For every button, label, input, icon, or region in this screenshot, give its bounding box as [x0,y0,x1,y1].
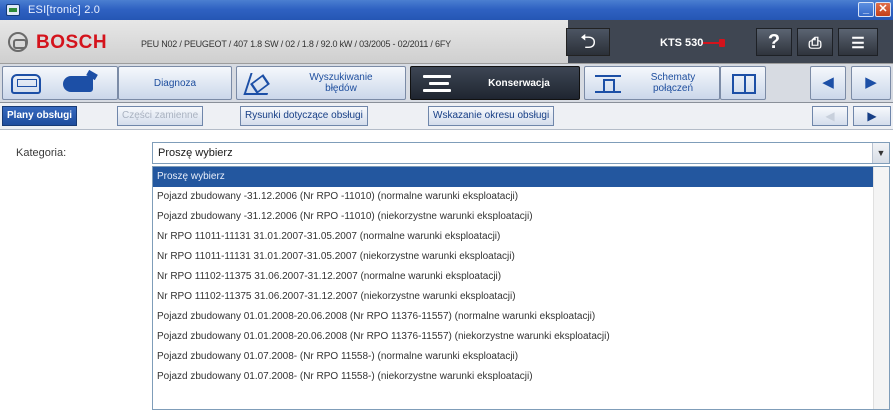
back-arrow-icon: ⮌ [579,31,597,53]
nav-prev-button[interactable]: ◀ [810,66,846,100]
bosch-logo-text: BOSCH [36,32,108,53]
arrow-left-icon: ◀ [825,109,835,123]
tab-wyszukiwanie[interactable]: Wyszukiwanie błędów [236,66,406,100]
help-icon: ? [767,31,781,53]
list-scrollbar[interactable] [873,167,889,409]
car-icon [11,74,41,94]
list-item[interactable]: Nr RPO 11011-11131 31.01.2007-31.05.2007… [153,227,889,247]
list-item[interactable]: Proszę wybierz [153,167,889,187]
circuit-diagram-icon [595,75,621,93]
main-nav: Diagnoza Wyszukiwanie błędów Konserwacja… [0,64,893,103]
book-icon [732,74,756,94]
tab-schematy-label: Schematy połączeń [650,72,696,94]
print-button[interactable]: ⎙ [797,28,833,56]
tab-plany-obslugi[interactable]: Plany obsługi [2,106,78,126]
tab-konserwacja-label: Konserwacja [488,77,550,89]
arrow-left-icon: ◀ [822,74,834,91]
kts-label: KTS 530 [660,37,704,49]
nav-next-button[interactable]: ▶ [851,66,891,100]
list-item[interactable]: Pojazd zbudowany 01.01.2008-20.06.2008 (… [153,327,889,347]
printer-icon: ⎙ [808,35,822,52]
sub-nav: Plany obsługi Części zamienne Rysunki do… [0,103,893,130]
list-item[interactable]: Nr RPO 11102-11375 31.06.2007-31.12.2007… [153,267,889,287]
tab-konserwacja[interactable]: Konserwacja [410,66,580,100]
back-button[interactable]: ⮌ [566,28,610,56]
list-item[interactable]: Pojazd zbudowany 01.01.2008-20.06.2008 (… [153,307,889,327]
subnav-next-button[interactable]: ▶ [853,106,891,126]
window-title: ESI[tronic] 2.0 [28,4,101,16]
diagnosis-plug-icon [63,76,93,92]
close-button[interactable]: ✕ [875,2,891,17]
title-bar: ESI[tronic] 2.0 _ ✕ [0,0,893,20]
tab-schematy[interactable]: Schematy połączeń [584,66,720,100]
list-item[interactable]: Nr RPO 11011-11131 31.01.2007-31.05.2007… [153,247,889,267]
category-select[interactable]: Proszę wybierz ▼ [152,142,890,164]
subnav-prev-button: ◀ [812,106,848,126]
category-label: Kategoria: [16,147,67,159]
category-selected-value: Proszę wybierz [158,147,233,159]
fault-search-icon [243,73,275,95]
list-item[interactable]: Pojazd zbudowany 01.07.2008- (Nr RPO 115… [153,367,889,387]
kts-connection-icon [703,38,727,48]
list-item[interactable]: Pojazd zbudowany -31.12.2006 (Nr RPO -11… [153,187,889,207]
arrow-right-icon: ▶ [865,74,877,91]
tab-czesci-zamienne: Części zamienne [117,106,204,126]
tab-wyszukiwanie-label: Wyszukiwanie błędów [309,72,373,94]
maintenance-icon [423,75,451,93]
minimize-button[interactable]: _ [858,2,874,17]
help-button[interactable]: ? [756,28,792,56]
list-item[interactable]: Pojazd zbudowany 01.07.2008- (Nr RPO 115… [153,347,889,367]
tab-diagnoza-label: Diagnoza [153,77,197,89]
vehicle-info: PEU N02 / PEUGEOT / 407 1.8 SW / 02 / 1.… [141,39,451,49]
app-icon [6,4,20,16]
list-item[interactable]: Pojazd zbudowany -31.12.2006 (Nr RPO -11… [153,207,889,227]
manual-button[interactable] [720,66,766,100]
tab-diagnoza[interactable]: Diagnoza [118,66,232,100]
tab-wskazanie-okresu[interactable]: Wskazanie okresu obsługi [428,106,555,126]
tab-rysunki[interactable]: Rysunki dotyczące obsługi [240,106,368,126]
vehicle-selection-button[interactable] [2,66,118,100]
list-item[interactable]: Nr RPO 11102-11375 31.06.2007-31.12.2007… [153,287,889,307]
menu-icon: ☰ [851,35,865,52]
window-controls: _ ✕ [858,2,891,17]
menu-button[interactable]: ☰ [838,28,878,56]
arrow-right-icon: ▶ [867,109,877,123]
bosch-logo-icon [8,32,28,52]
chevron-down-icon[interactable]: ▼ [872,143,889,163]
category-options-list: Proszę wybierz Pojazd zbudowany -31.12.2… [152,166,890,410]
app-header: BOSCH PEU N02 / PEUGEOT / 407 1.8 SW / 0… [0,20,893,64]
